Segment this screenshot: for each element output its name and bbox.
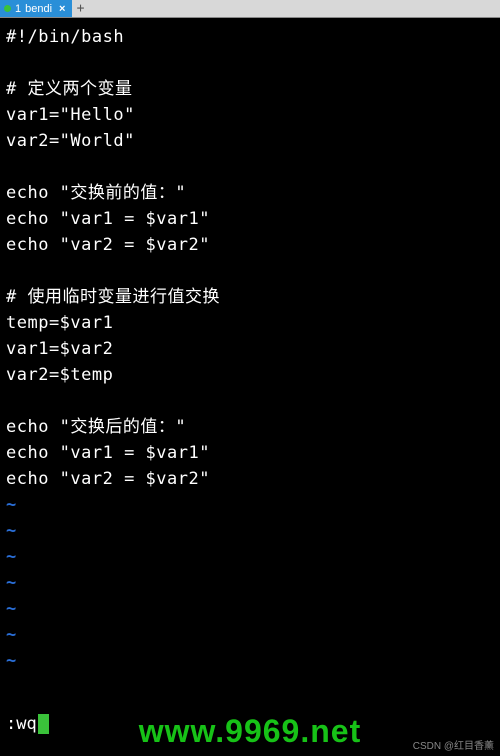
tab-name: bendi bbox=[25, 3, 52, 15]
code-line: var1=$var2 bbox=[6, 336, 494, 362]
code-line: echo "var2 = $var2" bbox=[6, 466, 494, 492]
empty-line-tilde: ~ bbox=[6, 596, 494, 622]
close-icon[interactable]: × bbox=[56, 3, 68, 15]
code-line bbox=[6, 50, 494, 76]
new-tab-button[interactable]: + bbox=[72, 0, 88, 17]
command-text: :wq bbox=[6, 714, 37, 734]
tab-active[interactable]: 1 bendi × bbox=[0, 0, 72, 17]
cursor-icon bbox=[38, 714, 49, 734]
code-line: # 定义两个变量 bbox=[6, 76, 494, 102]
code-line: var1="Hello" bbox=[6, 102, 494, 128]
code-line: var2=$temp bbox=[6, 362, 494, 388]
empty-line-tilde: ~ bbox=[6, 648, 494, 674]
code-line: echo "交换后的值：" bbox=[6, 414, 494, 440]
vim-command-line[interactable]: :wq bbox=[6, 714, 49, 734]
code-line bbox=[6, 258, 494, 284]
code-line: temp=$var1 bbox=[6, 310, 494, 336]
empty-line-tilde: ~ bbox=[6, 570, 494, 596]
empty-line-tilde: ~ bbox=[6, 492, 494, 518]
code-line: echo "var1 = $var1" bbox=[6, 206, 494, 232]
tab-index: 1 bbox=[15, 3, 21, 15]
status-dot-icon bbox=[4, 5, 11, 12]
editor-area[interactable]: #!/bin/bash # 定义两个变量var1="Hello"var2="Wor… bbox=[0, 18, 500, 674]
empty-line-tilde: ~ bbox=[6, 518, 494, 544]
code-line: echo "var1 = $var1" bbox=[6, 440, 494, 466]
code-line: echo "交换前的值：" bbox=[6, 180, 494, 206]
code-line: echo "var2 = $var2" bbox=[6, 232, 494, 258]
code-line: #!/bin/bash bbox=[6, 24, 494, 50]
code-line: var2="World" bbox=[6, 128, 494, 154]
empty-line-tilde: ~ bbox=[6, 622, 494, 648]
empty-line-tilde: ~ bbox=[6, 544, 494, 570]
code-line: # 使用临时变量进行值交换 bbox=[6, 284, 494, 310]
tab-bar: 1 bendi × + bbox=[0, 0, 500, 18]
code-line bbox=[6, 154, 494, 180]
code-line bbox=[6, 388, 494, 414]
credit-text: CSDN @红目香薰 bbox=[413, 737, 494, 752]
